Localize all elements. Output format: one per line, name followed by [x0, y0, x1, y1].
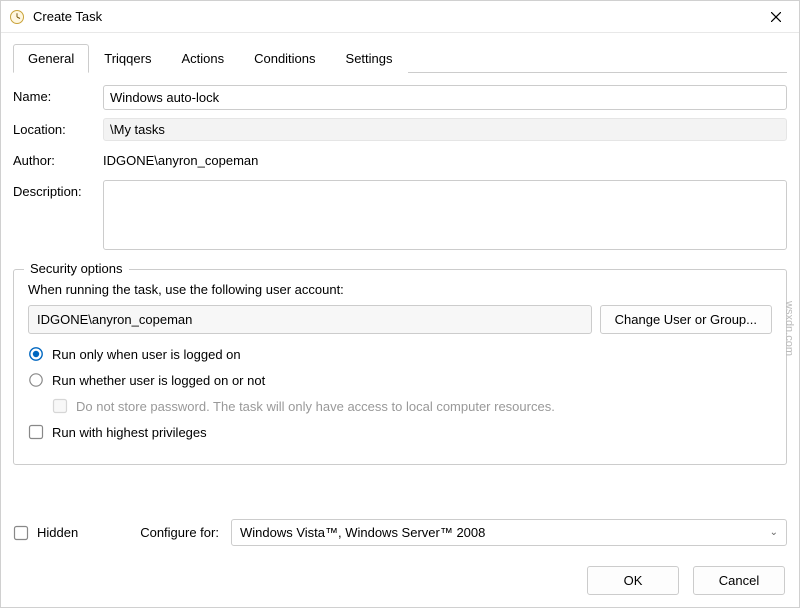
radio-run-logged-on-or-not[interactable]: Run whether user is logged on or not — [28, 372, 772, 388]
tab-strip: General Triqqers Actions Conditions Sett… — [13, 43, 787, 73]
checkbox-unchecked-icon — [28, 424, 44, 440]
checkbox-hidden[interactable]: Hidden — [13, 525, 78, 541]
security-account-value: IDGONE\anyron_copeman — [28, 305, 592, 334]
configure-for-value: Windows Vista™, Windows Server™ 2008 — [240, 525, 485, 540]
author-label: Author: — [13, 149, 103, 168]
dialog-footer: OK Cancel — [1, 554, 799, 607]
window-title: Create Task — [33, 9, 753, 24]
close-button[interactable] — [753, 1, 799, 33]
author-value: IDGONE\anyron_copeman — [103, 149, 787, 172]
close-icon — [771, 12, 781, 22]
radio-run-logged-on-or-not-label: Run whether user is logged on or not — [52, 373, 265, 388]
checkbox-unchecked-icon — [52, 398, 68, 414]
radio-selected-icon — [28, 346, 44, 362]
tab-triggers[interactable]: Triqqers — [89, 44, 166, 73]
configure-for-select[interactable]: Windows Vista™, Windows Server™ 2008 ⌄ — [231, 519, 787, 546]
tab-conditions[interactable]: Conditions — [239, 44, 330, 73]
description-label: Description: — [13, 180, 103, 199]
create-task-dialog: Create Task General Triqqers Actions Con… — [0, 0, 800, 608]
cancel-button[interactable]: Cancel — [693, 566, 785, 595]
clock-icon — [9, 9, 25, 25]
tab-actions[interactable]: Actions — [166, 44, 239, 73]
name-input[interactable] — [103, 85, 787, 110]
chevron-down-icon: ⌄ — [770, 527, 778, 538]
checkbox-highest-privileges[interactable]: Run with highest privileges — [28, 424, 772, 440]
name-label: Name: — [13, 85, 103, 104]
location-label: Location: — [13, 118, 103, 137]
checkbox-hidden-label: Hidden — [37, 525, 78, 540]
ok-button[interactable]: OK — [587, 566, 679, 595]
radio-run-logged-on[interactable]: Run only when user is logged on — [28, 346, 772, 362]
checkbox-unchecked-icon — [13, 525, 29, 541]
titlebar: Create Task — [1, 1, 799, 33]
change-user-button[interactable]: Change User or Group... — [600, 305, 772, 334]
checkbox-no-store-password-label: Do not store password. The task will onl… — [76, 399, 555, 414]
radio-unselected-icon — [28, 372, 44, 388]
checkbox-no-store-password: Do not store password. The task will onl… — [52, 398, 772, 414]
checkbox-highest-privileges-label: Run with highest privileges — [52, 425, 207, 440]
description-input[interactable] — [103, 180, 787, 250]
tab-settings[interactable]: Settings — [331, 44, 408, 73]
configure-for-label: Configure for: — [140, 525, 219, 540]
content-area: General Triqqers Actions Conditions Sett… — [1, 33, 799, 554]
radio-run-logged-on-label: Run only when user is logged on — [52, 347, 241, 362]
security-options-group: Security options When running the task, … — [13, 269, 787, 465]
security-legend: Security options — [24, 261, 129, 276]
location-value: \My tasks — [103, 118, 787, 141]
tab-general[interactable]: General — [13, 44, 89, 73]
security-account-label: When running the task, use the following… — [28, 282, 772, 297]
